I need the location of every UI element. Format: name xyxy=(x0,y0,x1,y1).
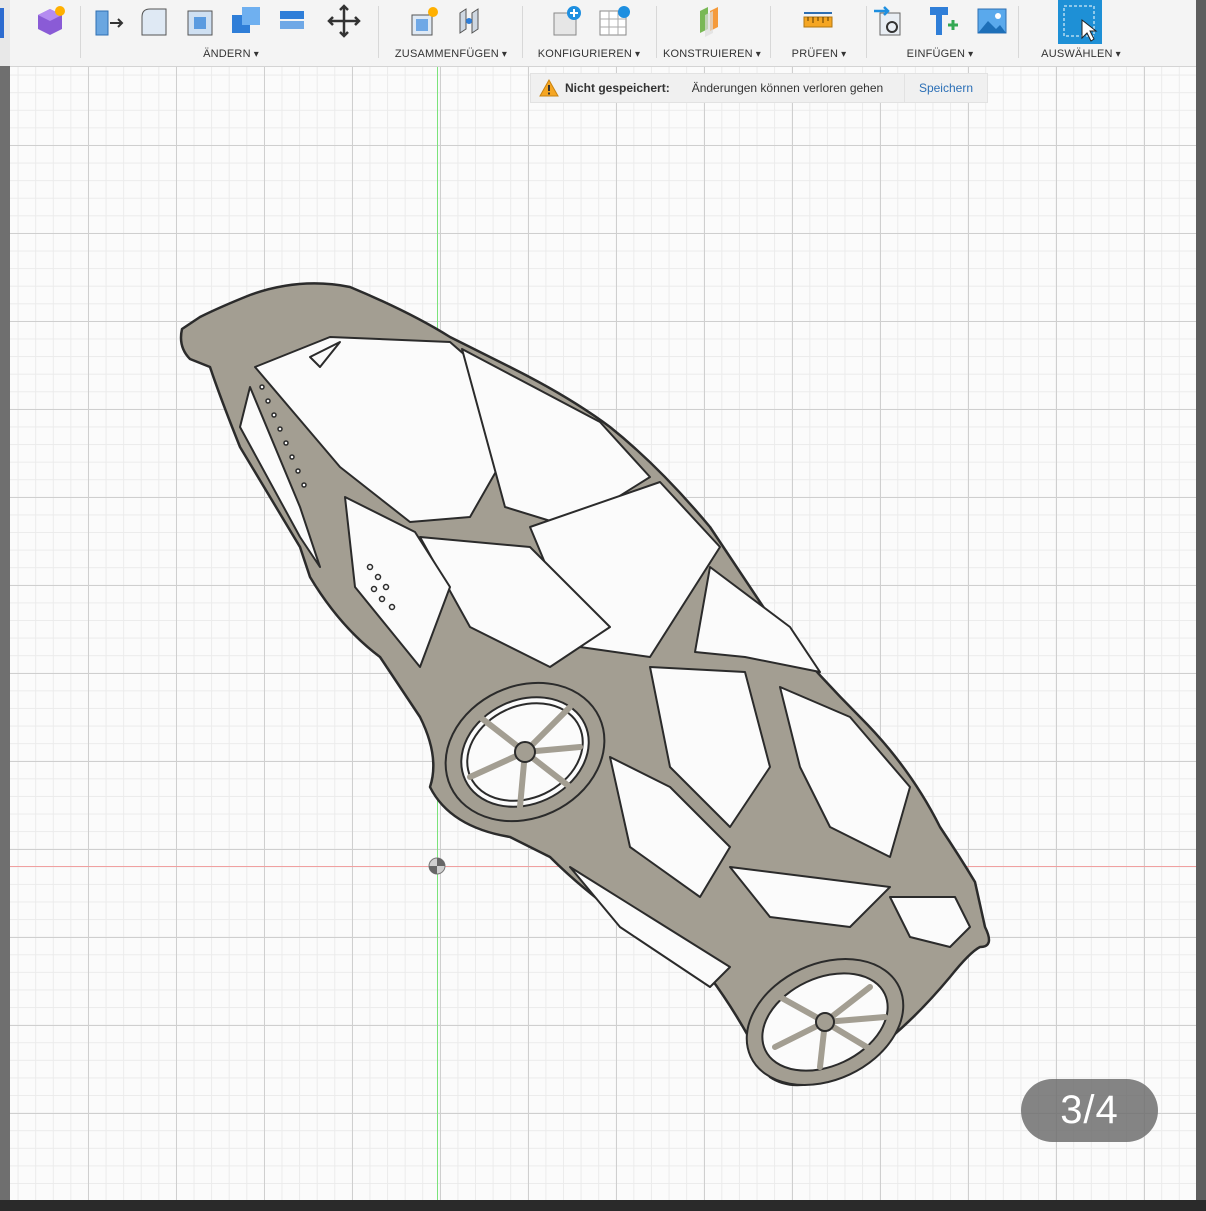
notice-title: Nicht gespeichert: xyxy=(565,81,670,95)
shell-icon[interactable] xyxy=(182,3,218,39)
warning-icon xyxy=(539,79,559,97)
modify-menu[interactable]: ÄNDERN xyxy=(86,48,376,60)
joint-icon[interactable] xyxy=(452,3,488,39)
toolbar-left-edge xyxy=(0,0,10,66)
toolbar-separator xyxy=(866,6,867,58)
insert-group: EINFÜGEN xyxy=(868,0,1012,66)
create-group xyxy=(30,0,76,66)
page-indicator: 3/4 xyxy=(1021,1079,1158,1142)
new-component-icon[interactable] xyxy=(406,3,442,39)
inspect-menu[interactable]: PRÜFEN xyxy=(776,48,862,60)
design-canvas[interactable]: Nicht gespeichert: Änderungen können ver… xyxy=(10,67,1196,1200)
toolbar-separator xyxy=(80,6,81,58)
fillet-icon[interactable] xyxy=(136,3,172,39)
insert-mcmaster-icon[interactable] xyxy=(924,3,960,39)
select-icon[interactable] xyxy=(1058,0,1102,44)
unsaved-notice: Nicht gespeichert: Änderungen können ver… xyxy=(530,73,988,103)
press-pull-icon[interactable] xyxy=(90,3,126,39)
toolbar-separator xyxy=(656,6,657,58)
insert-derive-icon[interactable] xyxy=(872,3,908,39)
toolbar-separator xyxy=(1018,6,1019,58)
construct-group: KONSTRUIEREN xyxy=(658,0,766,66)
parameters-icon[interactable] xyxy=(548,3,584,39)
assemble-menu[interactable]: ZUSAMMENFÜGEN xyxy=(386,48,516,60)
assemble-group: ZUSAMMENFÜGEN xyxy=(386,0,516,66)
create-form-icon[interactable] xyxy=(32,3,68,39)
configure-group: KONFIGURIEREN xyxy=(526,0,652,66)
window-right-edge xyxy=(1196,0,1206,1200)
app-window: ÄNDERN ZUSAMMENFÜGEN KONFIGURIEREN xyxy=(0,0,1206,1200)
move-icon[interactable] xyxy=(326,3,362,39)
insert-menu[interactable]: EINFÜGEN xyxy=(868,48,1012,60)
bottom-bar xyxy=(0,1200,1206,1211)
combine-icon[interactable] xyxy=(228,3,264,39)
toolbar: ÄNDERN ZUSAMMENFÜGEN KONFIGURIEREN xyxy=(0,0,1196,67)
offset-plane-icon[interactable] xyxy=(694,3,730,39)
select-group: AUSWÄHLEN xyxy=(1026,0,1136,66)
measure-icon[interactable] xyxy=(800,3,836,39)
select-menu[interactable]: AUSWÄHLEN xyxy=(1026,48,1136,60)
toolbar-separator xyxy=(522,6,523,58)
toolbar-separator xyxy=(770,6,771,58)
inspect-group: PRÜFEN xyxy=(776,0,862,66)
car-outline-part[interactable] xyxy=(10,67,1196,1200)
offset-face-icon[interactable] xyxy=(274,3,310,39)
toolbar-separator xyxy=(378,6,379,58)
modify-group: ÄNDERN xyxy=(86,0,376,66)
notice-message: Änderungen können verloren gehen xyxy=(691,81,884,95)
origin-icon[interactable] xyxy=(428,857,446,875)
configuration-table-icon[interactable] xyxy=(596,3,632,39)
construct-menu[interactable]: KONSTRUIEREN xyxy=(658,48,766,60)
save-link[interactable]: Speichern xyxy=(903,74,987,102)
configure-menu[interactable]: KONFIGURIEREN xyxy=(526,48,652,60)
insert-canvas-icon[interactable] xyxy=(974,3,1010,39)
